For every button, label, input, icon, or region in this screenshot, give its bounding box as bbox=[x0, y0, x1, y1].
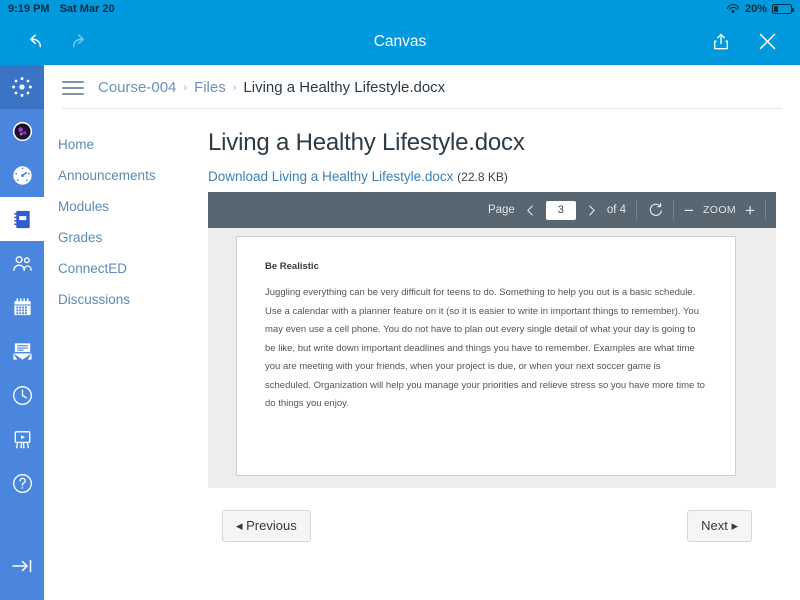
download-file-link[interactable]: Download Living a Healthy Lifestyle.docx bbox=[208, 169, 453, 184]
breadcrumb-item-course[interactable]: Course-004 bbox=[98, 79, 176, 96]
close-icon[interactable] bbox=[750, 25, 784, 59]
forward-arrow-icon[interactable] bbox=[64, 25, 98, 59]
course-navigation: Home Announcements Modules Grades Connec… bbox=[44, 109, 194, 600]
sidebar-item-help[interactable] bbox=[0, 461, 44, 505]
status-bar-left: 9:19 PM Sat Mar 20 bbox=[8, 3, 115, 15]
status-time: 9:19 PM bbox=[8, 3, 50, 15]
page-total-label: of 4 bbox=[606, 204, 627, 216]
previous-button[interactable]: ◂ Previous bbox=[222, 510, 311, 542]
download-line: Download Living a Healthy Lifestyle.docx… bbox=[208, 169, 776, 184]
battery-percent-label: 20% bbox=[744, 3, 767, 15]
course-nav-item-announcements[interactable]: Announcements bbox=[58, 160, 194, 191]
breadcrumb-separator: › bbox=[183, 81, 188, 94]
status-bar: 9:19 PM Sat Mar 20 20% bbox=[0, 0, 800, 18]
share-icon[interactable] bbox=[704, 25, 738, 59]
breadcrumb: Course-004 › Files › Living a Healthy Li… bbox=[98, 79, 445, 96]
breadcrumb-separator: › bbox=[232, 81, 237, 94]
course-nav-item-connected[interactable]: ConnectED bbox=[58, 253, 194, 284]
app-bar-right-group bbox=[704, 25, 784, 59]
page-title: Living a Healthy Lifestyle.docx bbox=[208, 129, 525, 156]
zoom-in-button[interactable]: + bbox=[745, 202, 755, 219]
zoom-out-button[interactable]: − bbox=[684, 202, 694, 219]
course-nav-item-grades[interactable]: Grades bbox=[58, 222, 194, 253]
status-date: Sat Mar 20 bbox=[59, 3, 115, 15]
sidebar-item-dashboard[interactable] bbox=[0, 153, 44, 197]
page-label: Page bbox=[487, 204, 515, 216]
sidebar-item-courses[interactable] bbox=[0, 197, 44, 241]
status-bar-right: 20% bbox=[727, 3, 795, 15]
zoom-group: − ZOOM + bbox=[674, 202, 765, 219]
pdf-body-text: Juggling everything can be very difficul… bbox=[265, 287, 705, 410]
app-title: Canvas bbox=[373, 32, 427, 50]
course-nav-item-discussions[interactable]: Discussions bbox=[58, 284, 194, 315]
sidebar-item-studio[interactable] bbox=[0, 417, 44, 461]
course-nav-item-home[interactable]: Home bbox=[58, 129, 194, 160]
battery-icon bbox=[772, 4, 795, 14]
page-navigation-group: Page of 4 bbox=[478, 200, 636, 220]
viewer-toolbar: Page of 4 bbox=[208, 192, 776, 228]
app-bar: Canvas bbox=[0, 18, 800, 65]
file-size-label: (22.8 KB) bbox=[457, 170, 508, 184]
page-number-input[interactable] bbox=[545, 200, 576, 220]
chevron-right-icon[interactable] bbox=[585, 204, 598, 217]
sidebar-item-account[interactable] bbox=[0, 109, 44, 153]
pdf-page: Be Realistic Juggling everything can be … bbox=[236, 236, 736, 476]
sidebar-item-calendar[interactable] bbox=[0, 285, 44, 329]
global-navigation-sidebar bbox=[0, 65, 44, 600]
sidebar-item-canvas-logo[interactable] bbox=[0, 65, 44, 109]
viewer-body[interactable]: Be Realistic Juggling everything can be … bbox=[208, 228, 776, 488]
rotate-group bbox=[637, 202, 673, 218]
sidebar-item-history[interactable] bbox=[0, 373, 44, 417]
toolbar-separator bbox=[765, 200, 766, 220]
pdf-section-heading: Be Realistic bbox=[265, 261, 319, 272]
next-button[interactable]: Next ▸ bbox=[687, 510, 752, 542]
main-split: Home Announcements Modules Grades Connec… bbox=[44, 109, 800, 600]
workspace: Course-004 › Files › Living a Healthy Li… bbox=[0, 65, 800, 600]
sidebar-item-groups[interactable] bbox=[0, 241, 44, 285]
breadcrumb-item-file: Living a Healthy Lifestyle.docx bbox=[243, 79, 446, 96]
rotate-icon[interactable] bbox=[647, 202, 663, 218]
footer-navigation: ◂ Previous Next ▸ bbox=[208, 488, 776, 542]
course-nav-item-modules[interactable]: Modules bbox=[58, 191, 194, 222]
breadcrumb-row: Course-004 › Files › Living a Healthy Li… bbox=[44, 65, 800, 108]
back-arrow-icon[interactable] bbox=[16, 25, 50, 59]
wifi-icon bbox=[727, 4, 740, 14]
sidebar-item-inbox[interactable] bbox=[0, 329, 44, 373]
content-pane: Course-004 › Files › Living a Healthy Li… bbox=[44, 65, 800, 600]
breadcrumb-item-files[interactable]: Files bbox=[194, 79, 226, 96]
zoom-label: ZOOM bbox=[702, 204, 737, 216]
collapse-nav-button[interactable] bbox=[0, 544, 44, 588]
document-area: Living a Healthy Lifestyle.docx Download… bbox=[194, 109, 800, 600]
chevron-left-icon[interactable] bbox=[524, 204, 537, 217]
app-bar-left-group bbox=[16, 25, 98, 59]
document-viewer: Page of 4 bbox=[208, 192, 776, 488]
hamburger-menu-icon[interactable] bbox=[62, 80, 84, 95]
